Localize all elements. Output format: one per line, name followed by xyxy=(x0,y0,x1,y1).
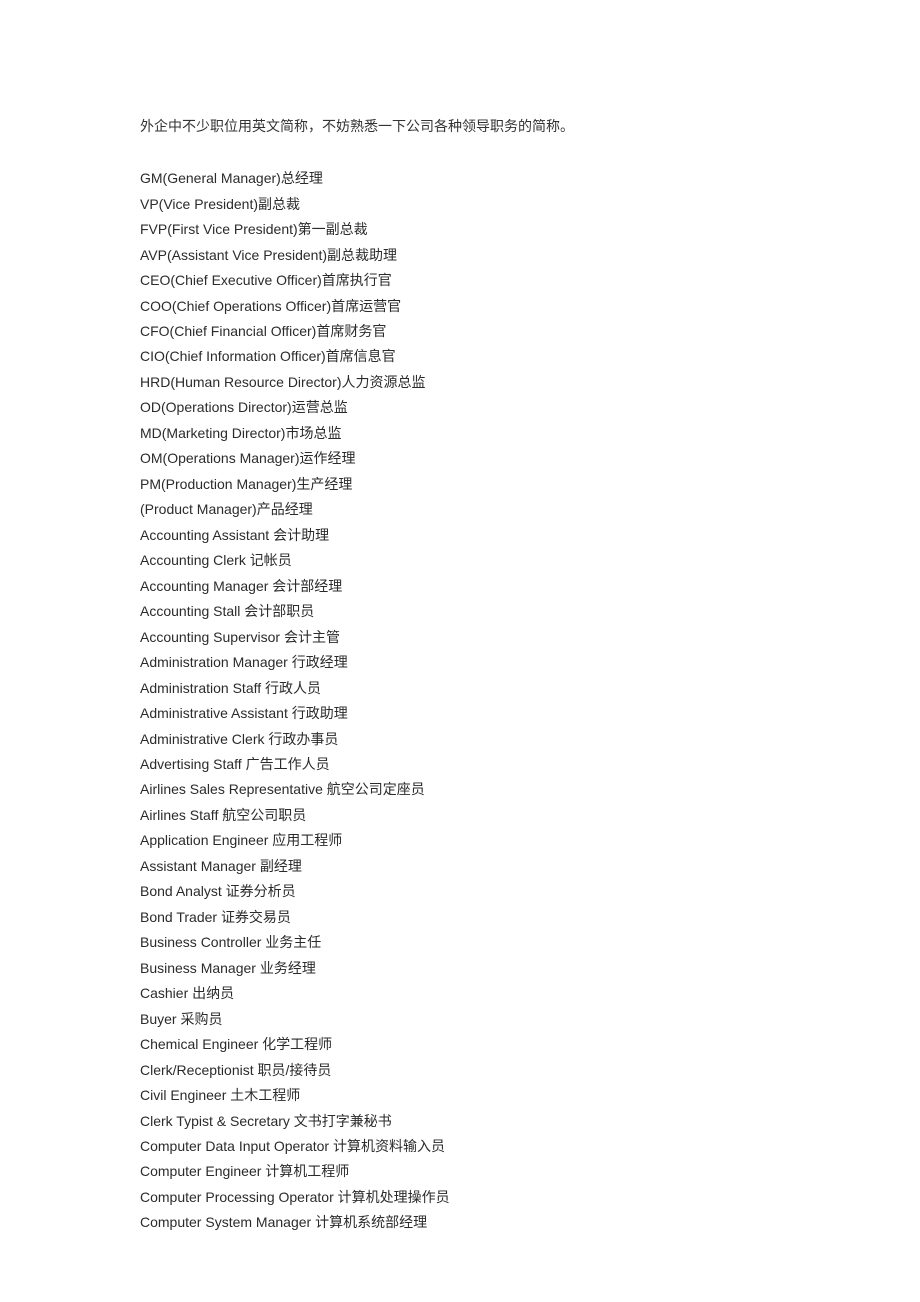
list-item: Cashier 出纳员 xyxy=(140,981,800,1006)
list-item: Business Manager 业务经理 xyxy=(140,956,800,981)
list-item: Administrative Assistant 行政助理 xyxy=(140,701,800,726)
list-item: Clerk/Receptionist 职员/接待员 xyxy=(140,1058,800,1083)
list-item: Civil Engineer 土木工程师 xyxy=(140,1083,800,1108)
list-item: CIO(Chief Information Officer)首席信息官 xyxy=(140,344,800,369)
list-item: Airlines Staff 航空公司职员 xyxy=(140,803,800,828)
list-item: OM(Operations Manager)运作经理 xyxy=(140,446,800,471)
list-item: Accounting Manager 会计部经理 xyxy=(140,574,800,599)
list-item: Advertising Staff 广告工作人员 xyxy=(140,752,800,777)
list-item: FVP(First Vice President)第一副总裁 xyxy=(140,217,800,242)
document-page: 外企中不少职位用英文简称，不妨熟悉一下公司各种领导职务的简称。 GM(Gener… xyxy=(0,0,920,1296)
list-item: Computer Processing Operator 计算机处理操作员 xyxy=(140,1185,800,1210)
list-item: Administration Staff 行政人员 xyxy=(140,676,800,701)
list-item: Computer Engineer 计算机工程师 xyxy=(140,1159,800,1184)
list-item: GM(General Manager)总经理 xyxy=(140,166,800,191)
list-item: Bond Analyst 证券分析员 xyxy=(140,879,800,904)
list-item: CFO(Chief Financial Officer)首席财务官 xyxy=(140,319,800,344)
list-item: Accounting Clerk 记帐员 xyxy=(140,548,800,573)
list-item: Clerk Typist & Secretary 文书打字兼秘书 xyxy=(140,1109,800,1134)
list-item: COO(Chief Operations Officer)首席运营官 xyxy=(140,294,800,319)
job-titles-list: GM(General Manager)总经理VP(Vice President)… xyxy=(140,166,800,1236)
list-item: Business Controller 业务主任 xyxy=(140,930,800,955)
list-item: Computer Data Input Operator 计算机资料输入员 xyxy=(140,1134,800,1159)
intro-paragraph: 外企中不少职位用英文简称，不妨熟悉一下公司各种领导职务的简称。 xyxy=(140,115,800,140)
list-item: Administrative Clerk 行政办事员 xyxy=(140,727,800,752)
list-item: Accounting Stall 会计部职员 xyxy=(140,599,800,624)
list-item: Accounting Assistant 会计助理 xyxy=(140,523,800,548)
list-item: CEO(Chief Executive Officer)首席执行官 xyxy=(140,268,800,293)
list-item: Administration Manager 行政经理 xyxy=(140,650,800,675)
list-item: Assistant Manager 副经理 xyxy=(140,854,800,879)
list-item: Buyer 采购员 xyxy=(140,1007,800,1032)
list-item: HRD(Human Resource Director)人力资源总监 xyxy=(140,370,800,395)
list-item: OD(Operations Director)运营总监 xyxy=(140,395,800,420)
list-item: MD(Marketing Director)市场总监 xyxy=(140,421,800,446)
list-item: Chemical Engineer 化学工程师 xyxy=(140,1032,800,1057)
list-item: VP(Vice President)副总裁 xyxy=(140,192,800,217)
list-item: Bond Trader 证券交易员 xyxy=(140,905,800,930)
list-item: Accounting Supervisor 会计主管 xyxy=(140,625,800,650)
list-item: Airlines Sales Representative 航空公司定座员 xyxy=(140,777,800,802)
list-item: AVP(Assistant Vice President)副总裁助理 xyxy=(140,243,800,268)
list-item: PM(Production Manager)生产经理 xyxy=(140,472,800,497)
list-item: Computer System Manager 计算机系统部经理 xyxy=(140,1210,800,1235)
list-item: (Product Manager)产品经理 xyxy=(140,497,800,522)
list-item: Application Engineer 应用工程师 xyxy=(140,828,800,853)
